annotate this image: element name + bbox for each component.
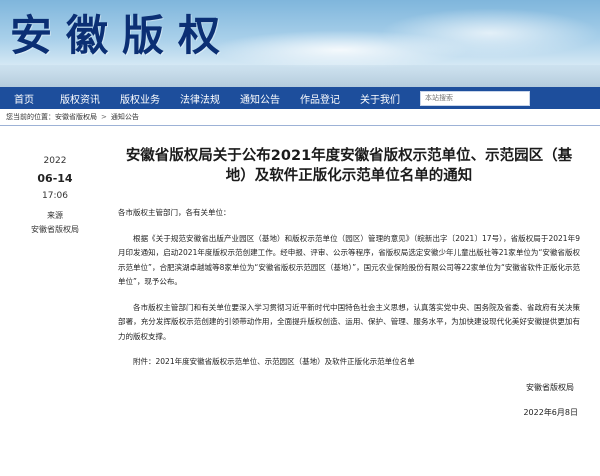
- breadcrumb-separator: >: [101, 113, 107, 121]
- nav-item-home[interactable]: 首页: [8, 91, 50, 106]
- publish-year: 2022: [43, 156, 67, 166]
- nav-item-laws[interactable]: 法律法规: [170, 91, 230, 106]
- source-value: 安徽省版权局: [31, 225, 79, 234]
- banner-cloud: [380, 8, 600, 58]
- breadcrumb-label: 您当前的位置：: [6, 113, 55, 121]
- article-signer: 安徽省版权局: [526, 382, 574, 392]
- nav-item-work-registration[interactable]: 作品登记: [290, 91, 350, 106]
- article-paragraph: 各市版权主管部门和有关单位要深入学习贯彻习近平新时代中国特色社会主义思想，认真落…: [118, 302, 580, 341]
- site-title: 安徽版权: [10, 11, 235, 60]
- site-banner: 安徽版权: [0, 0, 600, 87]
- article-meta: 2022 06-14 17:06 来源 安徽省版权局: [0, 156, 110, 235]
- breadcrumb: 您当前的位置： 安徽省版权局 > 通知公告: [0, 109, 600, 126]
- article-title: 安徽省版权局关于公布2021年度安徽省版权示范单位、示范园区（基地）及软件正版化…: [125, 148, 573, 184]
- nav-item-about[interactable]: 关于我们: [350, 91, 410, 106]
- breadcrumb-item-bureau[interactable]: 安徽省版权局: [55, 112, 97, 122]
- publish-date: 06-14: [37, 172, 73, 185]
- article: 安徽省版权局关于公布2021年度安徽省版权示范单位、示范园区（基地）及软件正版化…: [118, 146, 580, 418]
- article-paragraph: 根据《关于规范安徽省出版产业园区（基地）和版权示范单位（园区）管理的意见》（皖新…: [118, 233, 580, 287]
- publish-time: 17:06: [42, 191, 68, 201]
- main-content: 2022 06-14 17:06 来源 安徽省版权局 安徽省版权局关于公布202…: [0, 126, 600, 474]
- nav-item-notices[interactable]: 通知公告: [230, 91, 290, 106]
- article-sign-date: 2022年6月8日: [523, 407, 578, 417]
- article-attachment-link[interactable]: 附件：2021年度安徽省版权示范单位、示范园区（基地）及软件正版化示范单位名单: [118, 355, 580, 370]
- main-nav: 首页 版权资讯 版权业务 法律法规 通知公告 作品登记 关于我们: [0, 87, 600, 109]
- source-label: 来源: [47, 211, 63, 220]
- nav-item-copyright-news[interactable]: 版权资讯: [50, 91, 110, 106]
- search-input[interactable]: [425, 94, 529, 102]
- search-box: [420, 90, 530, 106]
- breadcrumb-item-notices[interactable]: 通知公告: [111, 112, 139, 122]
- banner-landscape: [0, 65, 600, 87]
- article-salutation: 各市版权主管部门，各有关单位：: [118, 208, 231, 217]
- nav-item-copyright-business[interactable]: 版权业务: [110, 91, 170, 106]
